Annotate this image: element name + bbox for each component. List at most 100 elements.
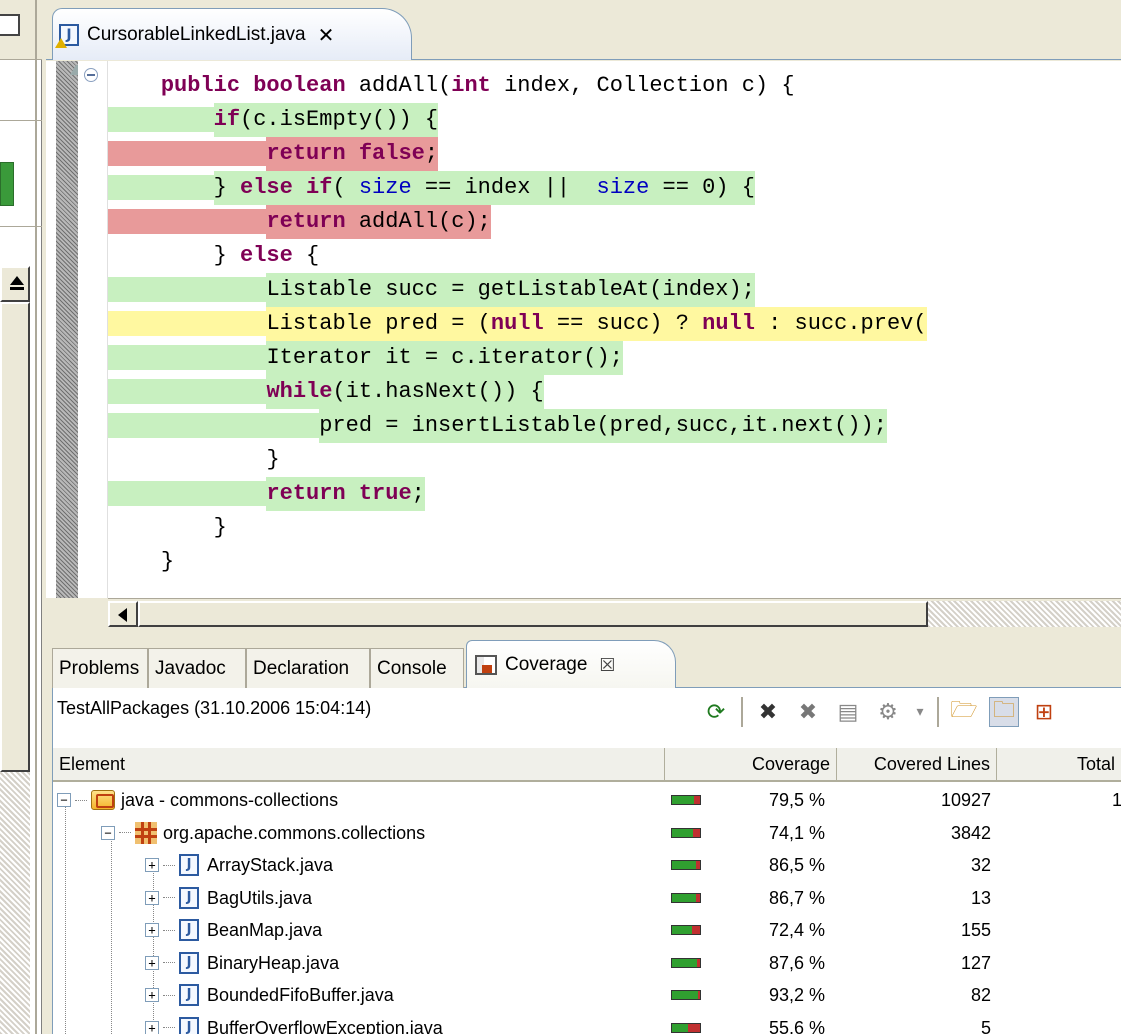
dropdown-icon[interactable]: ▾ [913, 697, 927, 727]
code-indent [108, 345, 267, 370]
merge-sessions-icon[interactable]: ▤ [833, 697, 863, 727]
code-line[interactable]: pred = insertListable(pred,succ,it.next(… [108, 409, 887, 443]
code-statement: Listable pred = (null == succ) ? null : … [266, 307, 927, 341]
table-row[interactable]: + J ArrayStack.java 86,5 % 32 [53, 849, 1121, 881]
coverage-bar [671, 957, 701, 968]
horizontal-scroll-thumb[interactable] [138, 601, 928, 627]
select-session-icon[interactable]: ⚙ [873, 697, 903, 727]
element-cell: + J BufferOverflowException.java [145, 1012, 443, 1034]
vertical-scroll-thumb[interactable] [0, 302, 30, 772]
table-row[interactable]: + J BoundedFifoBuffer.java 93,2 % 82 [53, 979, 1121, 1011]
show-projects-icon[interactable]: 🗁 [949, 697, 979, 727]
code-line[interactable]: return true; [108, 477, 425, 511]
horizontal-scrollbar[interactable] [108, 598, 1121, 628]
coverage-cell: 74,1 % [768, 822, 825, 843]
java-file-icon: J [179, 1016, 199, 1034]
code-keyword: if [306, 175, 333, 200]
show-package-roots-icon[interactable]: 🗀 [989, 697, 1019, 727]
code-line[interactable]: } [108, 511, 227, 545]
expand-icon[interactable]: + [145, 923, 159, 937]
code-line[interactable]: } [108, 545, 174, 579]
covered-lines-cell: 82 [970, 985, 991, 1005]
code-line[interactable]: } [108, 443, 279, 477]
code-keyword: return [266, 209, 346, 234]
element-name: ArrayStack.java [207, 855, 334, 875]
tab-console[interactable]: Console [370, 648, 464, 688]
code-indent [108, 413, 320, 438]
remove-all-sessions-icon[interactable]: ✖ [793, 697, 823, 727]
code-editor: J CursorableLinkedList.java ✕ public boo… [46, 0, 1121, 628]
remove-session-icon[interactable]: ✖ [753, 697, 783, 727]
close-icon[interactable]: ☒ [599, 655, 615, 676]
editor-tab[interactable]: J CursorableLinkedList.java ✕ [52, 8, 412, 60]
code-line[interactable]: return addAll(c); [108, 205, 491, 239]
column-header-coverage[interactable]: Coverage [665, 748, 837, 782]
tab-problems[interactable]: Problems [52, 648, 148, 688]
coverage-bar [671, 990, 701, 1000]
table-row[interactable]: − java - commons-collections 79,5 % 10927 1 [53, 784, 1121, 816]
code-statement: pred = insertListable(pred,succ,it.next(… [319, 409, 887, 443]
show-packages-icon[interactable]: ⊞ [1029, 697, 1059, 727]
expand-icon[interactable]: + [145, 955, 159, 970]
tab-declaration[interactable]: Declaration [246, 648, 370, 688]
left-view-strip [0, 0, 42, 1034]
code-keyword: int [451, 73, 491, 98]
restore-icon[interactable] [0, 14, 20, 36]
relaunch-icon[interactable]: ⟳ [701, 697, 731, 727]
expand-icon[interactable]: + [145, 858, 159, 872]
code-line[interactable]: } else { [108, 239, 320, 273]
scroll-left-button[interactable] [108, 601, 138, 627]
expand-icon[interactable]: + [145, 890, 159, 905]
editor-tab-label: CursorableLinkedList.java [87, 23, 306, 45]
code-text: } [213, 515, 227, 540]
collapse-icon[interactable] [84, 68, 98, 82]
covered-lines-cell: 32 [970, 855, 991, 875]
code-text: == 0) { [649, 175, 755, 200]
code-area[interactable]: public boolean addAll(int index, Collect… [46, 61, 1121, 598]
table-row[interactable]: − org.apache.commons.collections 74,1 % 384… [53, 817, 1121, 849]
tab-javadoc[interactable]: Javadoc [148, 648, 246, 688]
code-line[interactable]: Listable succ = getListableAt(index); [108, 273, 755, 307]
java-file-icon: J [179, 919, 199, 941]
close-icon[interactable]: ✕ [318, 23, 335, 47]
code-line[interactable]: } else if( size == index || size == 0) { [108, 171, 755, 205]
coverage-panel: Problems Javadoc Declaration Console Cov… [46, 634, 1121, 1034]
code-indent [108, 141, 267, 166]
element-name: org.apache.commons.collections [163, 822, 426, 843]
table-row[interactable]: + J BufferOverflowException.java 55,6 % 5 [53, 1012, 1121, 1034]
tab-coverage[interactable]: Coverage ☒ [466, 640, 676, 689]
code-line[interactable]: return false; [108, 137, 439, 171]
collapse-icon[interactable]: − [57, 793, 71, 807]
code-line[interactable]: Listable pred = (null == succ) ? null : … [108, 307, 927, 341]
code-line[interactable]: Iterator it = c.iterator(); [108, 341, 623, 375]
java-file-icon: J [179, 984, 199, 1006]
code-keyword: true [358, 481, 412, 506]
coverage-cell: 72,4 % [768, 920, 825, 940]
table-row[interactable]: + J BagUtils.java 86,7 % 13 [53, 882, 1121, 914]
scroll-up-button[interactable] [0, 266, 30, 302]
column-header-total[interactable]: Total [997, 748, 1121, 782]
code-text: == index || [411, 175, 597, 200]
expand-icon[interactable]: + [145, 1020, 159, 1034]
collapse-icon[interactable]: − [101, 825, 115, 840]
tab-label: Javadoc [155, 657, 226, 679]
code-keyword: false [358, 141, 425, 166]
code-statement: return true; [266, 477, 425, 511]
code-statement: } else if( size == index || size == 0) { [213, 171, 755, 205]
column-header-covered-lines[interactable]: Covered Lines [837, 748, 997, 782]
code-statement: return addAll(c); [266, 205, 491, 239]
code-text: : succ.prev( [754, 311, 927, 336]
code-line[interactable]: if(c.isEmpty()) { [108, 103, 439, 137]
vertical-scroll-track[interactable] [0, 772, 30, 1034]
table-row[interactable]: + J BeanMap.java 72,4 % 155 [53, 914, 1121, 946]
table-row[interactable]: + J BinaryHeap.java 87,6 % 127 [53, 947, 1121, 979]
code-line[interactable]: while(it.hasNext()) { [108, 375, 544, 409]
expand-icon[interactable]: + [145, 988, 159, 1002]
code-line[interactable]: public boolean addAll(int index, Collect… [108, 69, 795, 103]
column-header-element[interactable]: Element [53, 748, 665, 782]
code-text: ( [332, 175, 359, 200]
tree-connector [75, 799, 87, 801]
horizontal-scroll-track[interactable] [928, 601, 1121, 627]
